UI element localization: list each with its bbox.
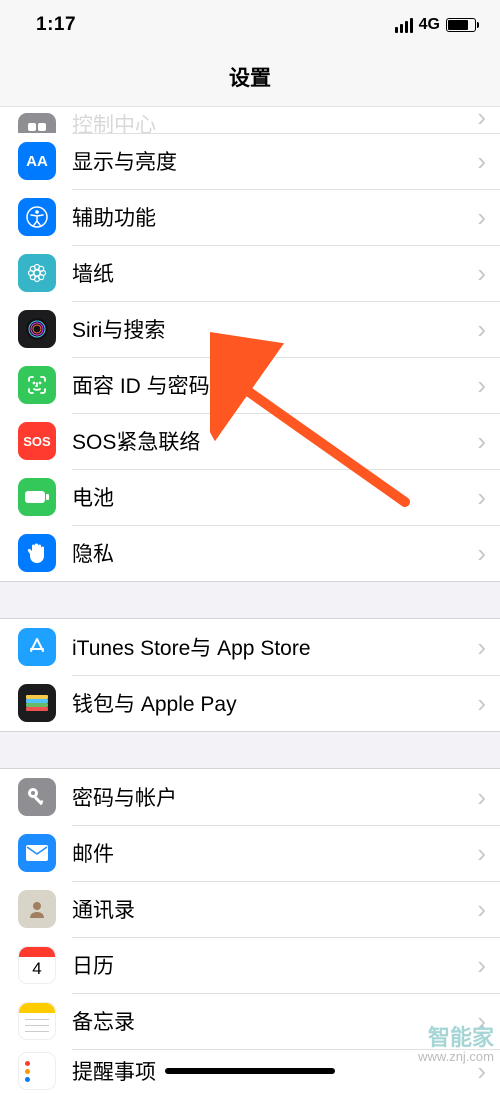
row-label: 密码与帐户 <box>72 782 469 812</box>
sos-icon: SOS <box>18 422 56 460</box>
row-label: 墙纸 <box>72 258 469 288</box>
row-emergency-sos[interactable]: SOS SOS紧急联络 › <box>0 413 500 469</box>
row-label: 面容 ID 与密码 <box>72 370 469 400</box>
row-label: Siri与搜索 <box>72 314 469 344</box>
accessibility-icon <box>18 198 56 236</box>
chevron-right-icon: › <box>477 370 486 401</box>
chevron-right-icon: › <box>477 838 486 869</box>
calendar-icon: 4 <box>18 946 56 984</box>
row-accessibility[interactable]: 辅助功能 › <box>0 189 500 245</box>
chevron-right-icon: › <box>477 538 486 569</box>
siri-icon <box>18 310 56 348</box>
status-time: 1:17 <box>36 14 76 36</box>
settings-group-general: 控制中心 › AA 显示与亮度 › 辅助功能 › 墙纸 › Siri与搜索 › … <box>0 107 500 581</box>
row-label: 隐私 <box>72 538 469 568</box>
row-display-brightness[interactable]: AA 显示与亮度 › <box>0 133 500 189</box>
privacy-hand-icon <box>18 534 56 572</box>
contacts-icon <box>18 890 56 928</box>
row-label: 钱包与 Apple Pay <box>72 688 469 718</box>
row-privacy[interactable]: 隐私 › <box>0 525 500 581</box>
row-contacts[interactable]: 通讯录 › <box>0 881 500 937</box>
chevron-right-icon: › <box>477 782 486 813</box>
group-separator <box>0 581 500 619</box>
chevron-right-icon: › <box>477 950 486 981</box>
chevron-right-icon: › <box>477 894 486 925</box>
status-bar: 1:17 4G <box>0 0 500 50</box>
row-faceid-passcode[interactable]: 面容 ID 与密码 › <box>0 357 500 413</box>
status-right: 4G <box>395 16 476 34</box>
reminders-icon <box>18 1052 56 1090</box>
group-separator <box>0 731 500 769</box>
row-label: 电池 <box>72 482 469 512</box>
chevron-right-icon: › <box>477 632 486 663</box>
row-label: 邮件 <box>72 838 469 868</box>
chevron-right-icon: › <box>477 482 486 513</box>
watermark: 智能家 www.znj.com <box>418 1026 494 1064</box>
row-battery[interactable]: 电池 › <box>0 469 500 525</box>
battery-settings-icon <box>18 478 56 516</box>
row-wallet-applepay[interactable]: 钱包与 Apple Pay › <box>0 675 500 731</box>
row-label: SOS紧急联络 <box>72 426 469 456</box>
row-itunes-appstore[interactable]: iTunes Store与 App Store › <box>0 619 500 675</box>
chevron-right-icon: › <box>477 107 486 133</box>
row-label: 日历 <box>72 950 469 980</box>
row-label: 辅助功能 <box>72 202 469 232</box>
row-passwords-accounts[interactable]: 密码与帐户 › <box>0 769 500 825</box>
row-label: 备忘录 <box>72 1006 469 1036</box>
row-control-center[interactable]: 控制中心 › <box>0 107 500 133</box>
row-label: 显示与亮度 <box>72 146 469 176</box>
notes-icon <box>18 1002 56 1040</box>
row-label: iTunes Store与 App Store <box>72 632 469 662</box>
row-calendar[interactable]: 4 日历 › <box>0 937 500 993</box>
row-wallpaper[interactable]: 墙纸 › <box>0 245 500 301</box>
control-center-icon <box>18 113 56 133</box>
mail-icon <box>18 834 56 872</box>
row-mail[interactable]: 邮件 › <box>0 825 500 881</box>
chevron-right-icon: › <box>477 426 486 457</box>
appstore-icon <box>18 628 56 666</box>
page-title: 设置 <box>0 50 500 107</box>
chevron-right-icon: › <box>477 258 486 289</box>
row-label: 控制中心 <box>72 109 469 133</box>
signal-icon <box>395 18 413 33</box>
wallpaper-icon <box>18 254 56 292</box>
faceid-icon <box>18 366 56 404</box>
home-indicator <box>165 1068 335 1074</box>
chevron-right-icon: › <box>477 314 486 345</box>
chevron-right-icon: › <box>477 202 486 233</box>
display-icon: AA <box>18 142 56 180</box>
chevron-right-icon: › <box>477 688 486 719</box>
key-icon <box>18 778 56 816</box>
row-label: 通讯录 <box>72 894 469 924</box>
row-siri-search[interactable]: Siri与搜索 › <box>0 301 500 357</box>
settings-group-store: iTunes Store与 App Store › 钱包与 Apple Pay … <box>0 619 500 731</box>
battery-icon <box>446 18 476 32</box>
network-label: 4G <box>419 16 440 34</box>
chevron-right-icon: › <box>477 146 486 177</box>
wallet-icon <box>18 684 56 722</box>
